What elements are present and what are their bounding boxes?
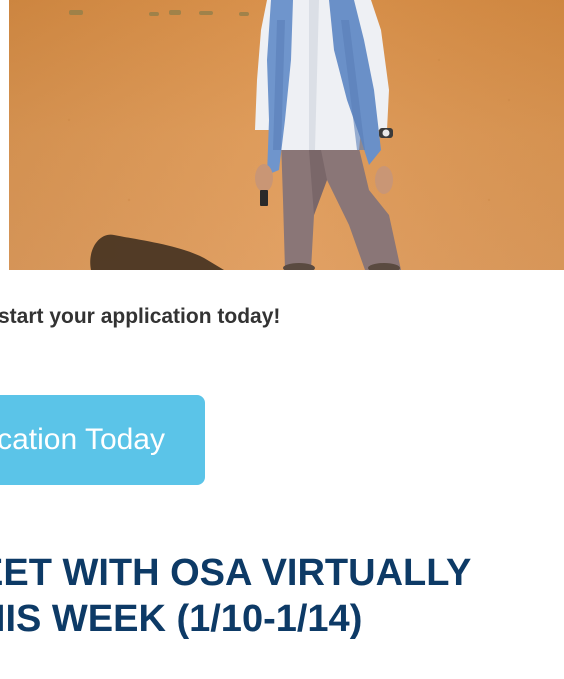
section-heading-line-1: EET WITH OSA VIRTUALLY: [0, 552, 472, 594]
email-content: start your application today! cation Tod…: [0, 0, 564, 679]
section-heading-line-2: HIS WEEK (1/10-1/14): [0, 598, 363, 640]
cta-text: start your application today!: [0, 305, 281, 328]
start-application-button[interactable]: cation Today: [0, 395, 205, 485]
section-heading: EET WITH OSA VIRTUALLY HIS WEEK (1/10-1/…: [0, 550, 471, 642]
desert-portrait-image: [9, 0, 564, 270]
hero-photo: [9, 0, 564, 270]
